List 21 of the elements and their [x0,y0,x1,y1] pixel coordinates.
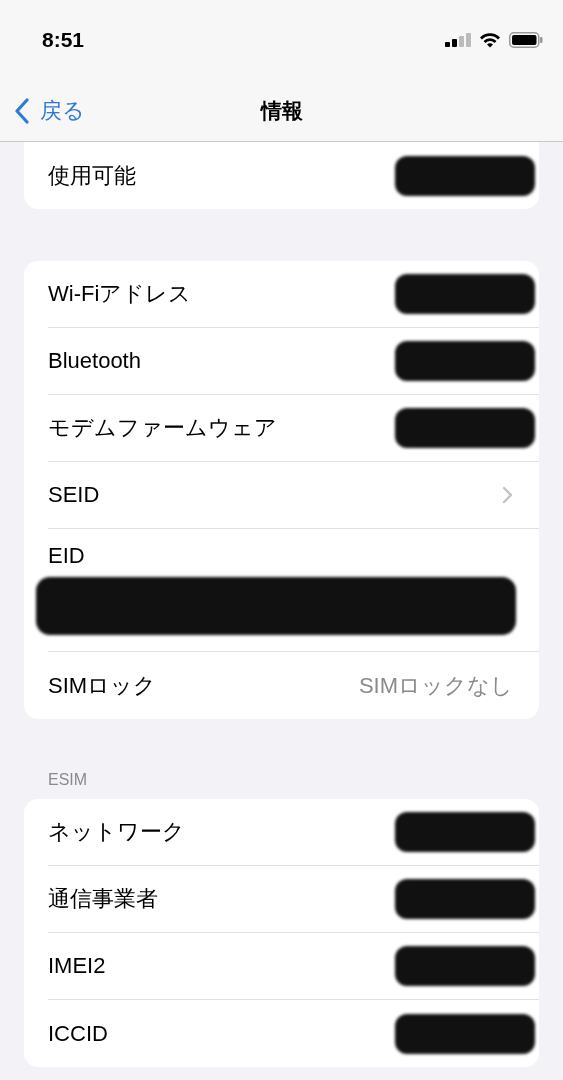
row-label: Wi-Fiアドレス [48,280,192,308]
back-button[interactable]: 戻る [0,95,85,126]
chevron-left-icon [14,97,30,124]
row-label: Bluetooth [48,348,141,374]
row-label: 通信事業者 [48,885,158,913]
row-label: EID [48,543,85,569]
row-label: IMEI2 [48,953,106,979]
row-label: SIMロック [48,671,157,700]
row-label: ICCID [48,1020,108,1047]
battery-icon [509,32,543,48]
page-title: 情報 [260,97,303,125]
wifi-icon [479,32,501,48]
section-header: ESIM [47,771,89,790]
row-value: SIMロックなし [358,671,513,700]
row-label: モデムファームウェア [48,414,277,442]
row-label: ネットワーク [48,818,185,846]
row-label: 使用可能 [48,161,136,190]
signal-icon [445,33,471,47]
chevron-right-icon[interactable] [502,486,513,504]
status-time: 8:51 [42,28,85,52]
row-label: SEID [48,482,100,508]
